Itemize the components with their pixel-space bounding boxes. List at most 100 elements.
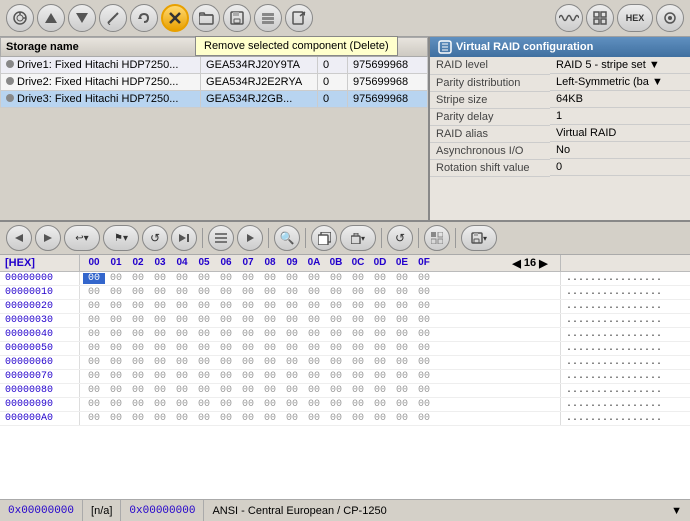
hex-byte-9-6[interactable]: 00 (215, 399, 237, 410)
hex-byte-5-11[interactable]: 00 (325, 343, 347, 354)
hex-byte-3-13[interactable]: 00 (369, 315, 391, 326)
hex-byte-9-2[interactable]: 00 (127, 399, 149, 410)
hex-byte-2-0[interactable]: 00 (83, 301, 105, 312)
search-btn2[interactable]: 🔍 (274, 225, 300, 251)
hex-byte-4-8[interactable]: 00 (259, 329, 281, 340)
hex-byte-1-5[interactable]: 00 (193, 287, 215, 298)
hex-byte-10-7[interactable]: 00 (237, 413, 259, 424)
hex-byte-3-6[interactable]: 00 (215, 315, 237, 326)
refresh-btn[interactable]: ↺ (142, 225, 168, 251)
wave-btn[interactable] (555, 4, 583, 32)
hex-byte-1-2[interactable]: 00 (127, 287, 149, 298)
hex-byte-4-6[interactable]: 00 (215, 329, 237, 340)
hex-byte-0-6[interactable]: 00 (215, 273, 237, 284)
hex-byte-0-8[interactable]: 00 (259, 273, 281, 284)
hex-byte-5-1[interactable]: 00 (105, 343, 127, 354)
hex-rows-container[interactable]: 0000000000000000000000000000000000000000… (0, 272, 690, 499)
hex-byte-7-14[interactable]: 00 (391, 371, 413, 382)
hex-byte-5-7[interactable]: 00 (237, 343, 259, 354)
hex-byte-7-8[interactable]: 00 (259, 371, 281, 382)
hex-byte-0-11[interactable]: 00 (325, 273, 347, 284)
hex-row-10[interactable]: 000000A000000000000000000000000000000000… (0, 412, 690, 426)
hex-byte-4-0[interactable]: 00 (83, 329, 105, 340)
hex-byte-8-15[interactable]: 00 (413, 385, 435, 396)
pencil-btn[interactable] (99, 4, 127, 32)
hex-byte-4-15[interactable]: 00 (413, 329, 435, 340)
hex-byte-1-11[interactable]: 00 (325, 287, 347, 298)
hex-byte-6-9[interactable]: 00 (281, 357, 303, 368)
hex-byte-8-7[interactable]: 00 (237, 385, 259, 396)
circle-dot-btn[interactable] (656, 4, 684, 32)
back-btn[interactable] (6, 225, 32, 251)
hex-byte-8-11[interactable]: 00 (325, 385, 347, 396)
hex-byte-5-2[interactable]: 00 (127, 343, 149, 354)
hex-byte-5-15[interactable]: 00 (413, 343, 435, 354)
list-view-btn[interactable] (208, 225, 234, 251)
hex-byte-8-4[interactable]: 00 (171, 385, 193, 396)
hex-byte-8-3[interactable]: 00 (149, 385, 171, 396)
hex-byte-4-7[interactable]: 00 (237, 329, 259, 340)
hex-byte-7-7[interactable]: 00 (237, 371, 259, 382)
up-arrow-btn[interactable] (37, 4, 65, 32)
hex-byte-8-8[interactable]: 00 (259, 385, 281, 396)
hex-row-5[interactable]: 0000005000000000000000000000000000000000… (0, 342, 690, 356)
hex-byte-2-14[interactable]: 00 (391, 301, 413, 312)
hex-byte-5-6[interactable]: 00 (215, 343, 237, 354)
save-arrow-btn[interactable]: ▾ (461, 225, 497, 251)
play-btn[interactable] (237, 225, 263, 251)
status-encoding[interactable]: ANSI - Central European / CP-1250 ▼ (204, 500, 690, 521)
hex-row-4[interactable]: 0000004000000000000000000000000000000000… (0, 328, 690, 342)
hex-byte-4-2[interactable]: 00 (127, 329, 149, 340)
hex-byte-2-12[interactable]: 00 (347, 301, 369, 312)
hex-byte-0-12[interactable]: 00 (347, 273, 369, 284)
hex-byte-2-6[interactable]: 00 (215, 301, 237, 312)
hex-row-0[interactable]: 0000000000000000000000000000000000000000… (0, 272, 690, 286)
hex-byte-0-3[interactable]: 00 (149, 273, 171, 284)
hex-byte-10-5[interactable]: 00 (193, 413, 215, 424)
hex-byte-10-3[interactable]: 00 (149, 413, 171, 424)
hex-byte-8-9[interactable]: 00 (281, 385, 303, 396)
hex-byte-4-13[interactable]: 00 (369, 329, 391, 340)
hex-byte-6-13[interactable]: 00 (369, 357, 391, 368)
hex-byte-3-7[interactable]: 00 (237, 315, 259, 326)
hex-byte-1-8[interactable]: 00 (259, 287, 281, 298)
hex-byte-6-7[interactable]: 00 (237, 357, 259, 368)
hex-byte-1-13[interactable]: 00 (369, 287, 391, 298)
undo-btn[interactable] (130, 4, 158, 32)
hex-byte-1-0[interactable]: 00 (83, 287, 105, 298)
hex-byte-10-1[interactable]: 00 (105, 413, 127, 424)
hex-byte-6-6[interactable]: 00 (215, 357, 237, 368)
layers-btn[interactable] (254, 4, 282, 32)
save-btn[interactable] (223, 4, 251, 32)
hex-byte-10-10[interactable]: 00 (303, 413, 325, 424)
hex-byte-0-9[interactable]: 00 (281, 273, 303, 284)
hex-byte-9-0[interactable]: 00 (83, 399, 105, 410)
grid-btn[interactable] (586, 4, 614, 32)
hex-byte-6-2[interactable]: 00 (127, 357, 149, 368)
hex-byte-6-10[interactable]: 00 (303, 357, 325, 368)
hex-byte-1-12[interactable]: 00 (347, 287, 369, 298)
hex-byte-10-13[interactable]: 00 (369, 413, 391, 424)
hex-byte-2-3[interactable]: 00 (149, 301, 171, 312)
hex-byte-10-12[interactable]: 00 (347, 413, 369, 424)
hex-byte-5-0[interactable]: 00 (83, 343, 105, 354)
raid-config-row-0[interactable]: RAID level RAID 5 - stripe set ▼ (430, 57, 690, 74)
hex-byte-10-6[interactable]: 00 (215, 413, 237, 424)
hex-byte-1-6[interactable]: 00 (215, 287, 237, 298)
hex-byte-4-14[interactable]: 00 (391, 329, 413, 340)
hex-byte-10-11[interactable]: 00 (325, 413, 347, 424)
raid-config-row-5[interactable]: Asynchronous I/O No (430, 142, 690, 159)
hex-byte-3-14[interactable]: 00 (391, 315, 413, 326)
hex-byte-0-15[interactable]: 00 (413, 273, 435, 284)
hex-byte-3-2[interactable]: 00 (127, 315, 149, 326)
hex-byte-9-12[interactable]: 00 (347, 399, 369, 410)
hex-byte-7-12[interactable]: 00 (347, 371, 369, 382)
hex-byte-6-3[interactable]: 00 (149, 357, 171, 368)
hex-byte-4-1[interactable]: 00 (105, 329, 127, 340)
paste-arrow-btn[interactable]: ▾ (340, 225, 376, 251)
hex-byte-5-9[interactable]: 00 (281, 343, 303, 354)
hex-byte-7-9[interactable]: 00 (281, 371, 303, 382)
hex-byte-0-4[interactable]: 00 (171, 273, 193, 284)
hex-byte-2-15[interactable]: 00 (413, 301, 435, 312)
hex-byte-2-11[interactable]: 00 (325, 301, 347, 312)
